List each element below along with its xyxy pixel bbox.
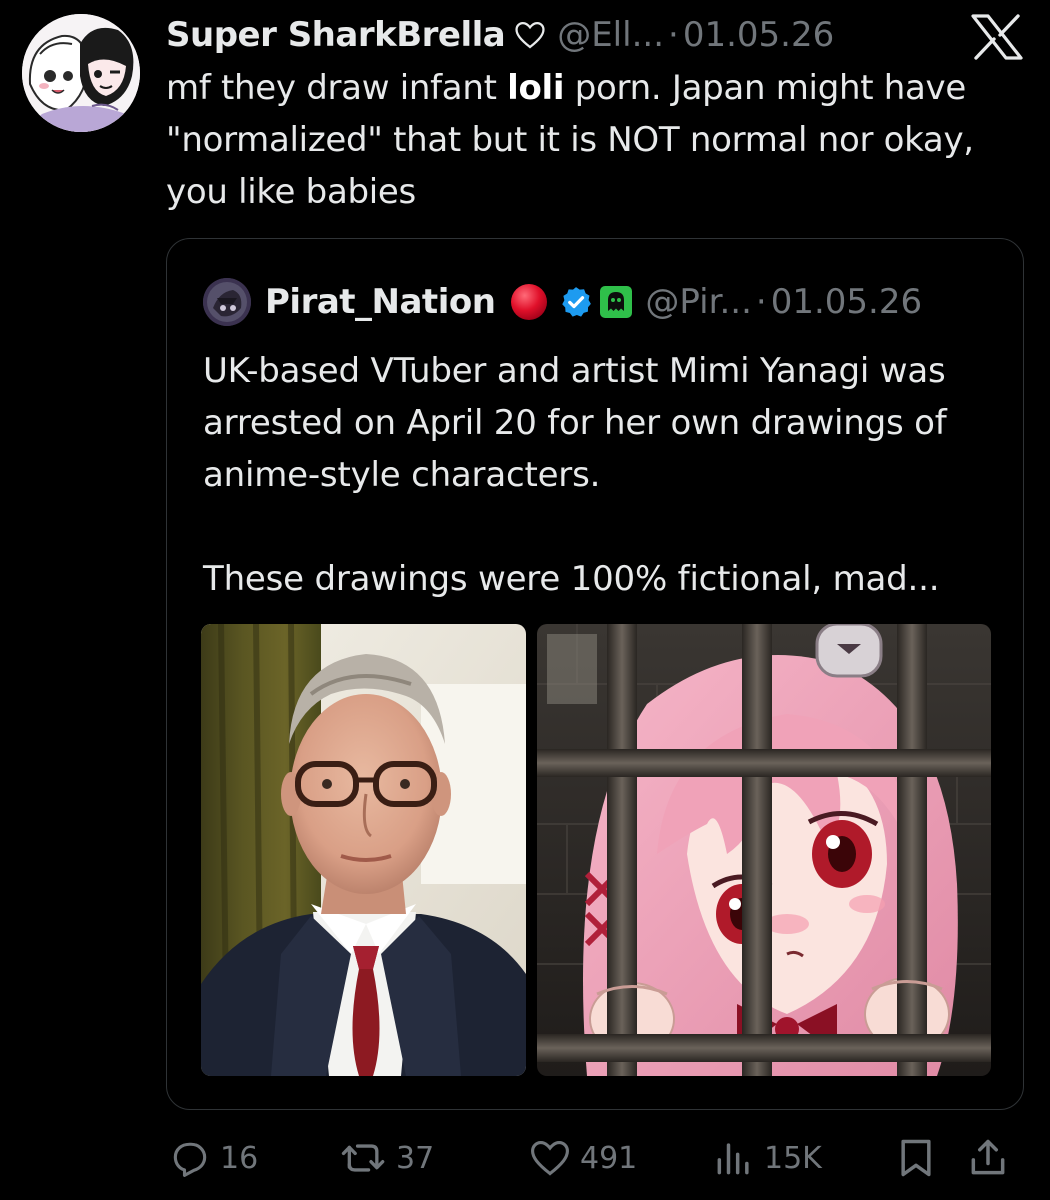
tweet: Super SharkBrella @Ell... · 01.05.26 mf … xyxy=(0,0,1050,1200)
quote-author-handle[interactable]: @Pir... xyxy=(645,282,751,322)
media-anime-illustration[interactable] xyxy=(537,624,991,1076)
like-icon xyxy=(531,1141,569,1176)
quote-text: UK-based VTuber and artist Mimi Yanagi w… xyxy=(203,345,993,605)
reply-count: 16 xyxy=(220,1140,259,1176)
quote-author-avatar[interactable] xyxy=(203,278,251,326)
tweet-actions: 16 37 491 15K xyxy=(0,1130,1050,1186)
heart-outline-icon xyxy=(513,18,547,52)
quote-paragraph-1: UK-based VTuber and artist Mimi Yanagi w… xyxy=(203,351,947,495)
tweet-text-bold: loli xyxy=(507,68,565,108)
verified-badge-icon xyxy=(559,285,593,319)
reply-button[interactable]: 16 xyxy=(168,1130,258,1186)
views-button[interactable]: 15K xyxy=(712,1130,822,1186)
quote-date[interactable]: 01.05.26 xyxy=(771,282,922,322)
tweet-text: mf they draw infant loli porn. Japan mig… xyxy=(166,62,1026,218)
quote-header-separator: · xyxy=(755,282,767,322)
views-icon xyxy=(717,1143,749,1175)
header-separator: · xyxy=(668,15,679,55)
quoted-tweet-card[interactable]: Pirat_Nation @Pir... · 01.05.26 UK-based… xyxy=(166,238,1024,1110)
repost-count: 37 xyxy=(396,1140,435,1176)
bookmark-icon xyxy=(901,1139,931,1177)
author-avatar[interactable] xyxy=(22,14,140,132)
like-button[interactable]: 491 xyxy=(528,1130,637,1186)
author-display-name[interactable]: Super SharkBrella xyxy=(166,15,506,55)
share-button[interactable] xyxy=(966,1130,1010,1186)
author-handle[interactable]: @Ell... xyxy=(557,15,664,55)
red-circle-icon xyxy=(509,282,549,322)
quote-author-name[interactable]: Pirat_Nation xyxy=(265,282,496,322)
x-logo-icon xyxy=(970,14,1024,60)
bookmark-button[interactable] xyxy=(894,1130,938,1186)
like-count: 491 xyxy=(580,1140,638,1176)
tweet-date[interactable]: 01.05.26 xyxy=(683,15,834,55)
media-photo-portrait[interactable] xyxy=(201,624,526,1076)
quote-paragraph-2: These drawings were 100% fictional, mad.… xyxy=(203,559,940,599)
repost-icon xyxy=(341,1144,385,1172)
share-icon xyxy=(971,1139,1005,1175)
tweet-text-part-1: mf they draw infant xyxy=(166,68,508,108)
repost-button[interactable]: 37 xyxy=(340,1130,434,1186)
quote-header: Pirat_Nation @Pir... · 01.05.26 xyxy=(203,277,922,327)
ghost-badge-icon xyxy=(599,285,633,319)
views-count: 15K xyxy=(764,1140,822,1176)
tweet-header: Super SharkBrella @Ell... · 01.05.26 xyxy=(166,12,834,58)
reply-icon xyxy=(173,1142,207,1177)
